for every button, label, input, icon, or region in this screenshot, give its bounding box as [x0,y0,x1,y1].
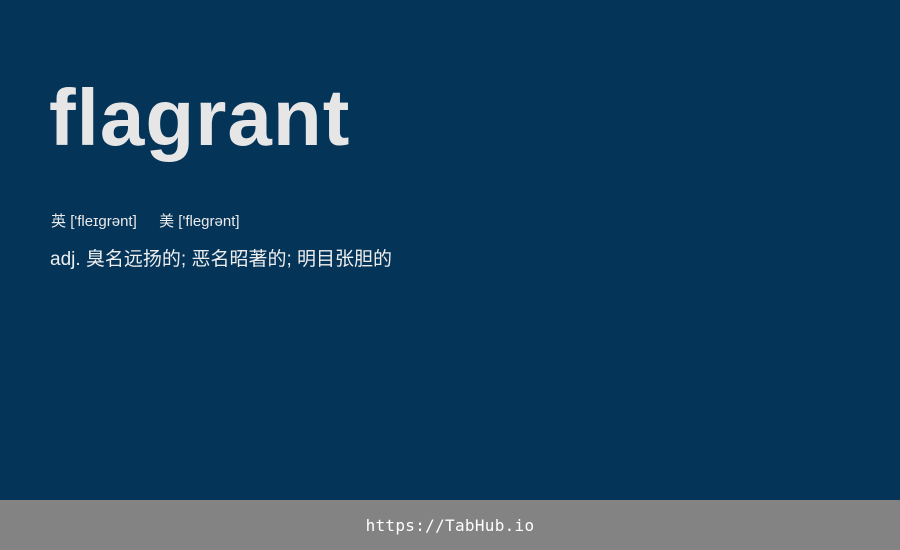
footer-bar: https://TabHub.io [0,500,900,550]
word-card: flagrant 英 ['fleɪɡrənt] 美 ['fleɡrənt] ad… [0,0,900,500]
headword: flagrant [49,73,351,162]
footer-link[interactable]: https://TabHub.io [366,516,535,535]
phonetics-line: 英 ['fleɪɡrənt] 美 ['fleɡrənt] [51,212,240,232]
phonetic-uk-label: 英 [51,213,67,230]
phonetic-us-label: 美 [159,213,175,230]
phonetic-uk: ['fleɪɡrənt] [70,213,137,230]
phonetic-us: ['fleɡrənt] [178,213,240,230]
definition: adj. 臭名远扬的; 恶名昭著的; 明目张胆的 [50,249,393,270]
